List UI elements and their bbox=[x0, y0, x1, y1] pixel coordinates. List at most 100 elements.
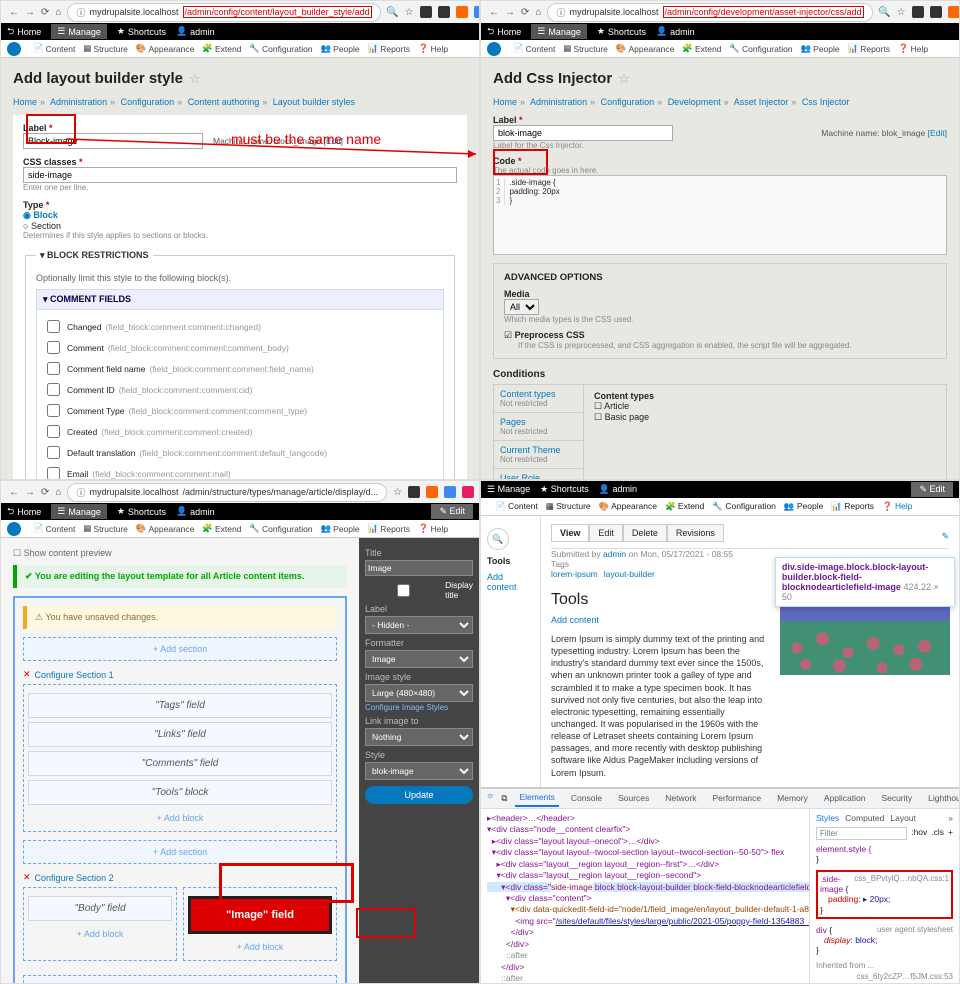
article-checkbox[interactable]: ☐ Article bbox=[594, 401, 936, 412]
media-select[interactable]: All bbox=[504, 299, 539, 315]
tab-sources[interactable]: Sources bbox=[614, 790, 653, 806]
tab-reports[interactable]: 📊 Reports bbox=[368, 523, 410, 534]
favorite-star-icon[interactable]: ☆ bbox=[618, 71, 630, 87]
css-classes-input[interactable] bbox=[23, 167, 457, 183]
shortcuts-link[interactable]: ★ Shortcuts bbox=[597, 26, 646, 37]
crumb-link[interactable]: Configuration bbox=[121, 97, 175, 107]
add-content-link[interactable]: Add content bbox=[551, 615, 599, 625]
node-content-rule[interactable]: css_6ty2cZP…f5JM.css:53 .node_conte…nt {… bbox=[816, 972, 953, 984]
tab-appearance[interactable]: 🎨 Appearance bbox=[616, 43, 674, 54]
links-field-block[interactable]: "Links" field bbox=[28, 722, 332, 747]
update-button[interactable]: Update bbox=[365, 786, 473, 804]
section-2-header[interactable]: ✕ Configure Section 2 bbox=[23, 872, 337, 883]
tab-memory[interactable]: Memory bbox=[773, 790, 812, 806]
filter-input[interactable] bbox=[816, 827, 907, 840]
comment-field-checkbox[interactable]: Email (field_block:comment:comment:mail) bbox=[43, 463, 437, 479]
tab-console[interactable]: Console bbox=[567, 790, 606, 806]
ext-icon[interactable] bbox=[456, 6, 468, 18]
tab-help[interactable]: ❓ Help bbox=[418, 523, 448, 534]
label-input[interactable] bbox=[23, 133, 203, 149]
tab-network[interactable]: Network bbox=[661, 790, 700, 806]
code-editor[interactable]: 1.side-image { 2padding: 20px 3} bbox=[493, 175, 947, 255]
edit-pencil-icon[interactable]: ✎ bbox=[941, 531, 949, 542]
type-block-radio[interactable]: ◉ Block bbox=[23, 210, 457, 221]
comment-field-checkbox[interactable]: Comment Type (field_block:comment:commen… bbox=[43, 400, 437, 421]
tag-link[interactable]: lorem-ipsum bbox=[551, 569, 598, 579]
crumb-link[interactable]: Administration bbox=[530, 97, 587, 107]
tab-people[interactable]: 👥 People bbox=[801, 43, 840, 54]
ext-icon[interactable] bbox=[912, 6, 924, 18]
tab-configuration[interactable]: 🔧 Configuration bbox=[249, 43, 312, 54]
add-block-button[interactable]: + Add block bbox=[188, 938, 332, 956]
crumb-link[interactable]: Layout builder styles bbox=[273, 97, 355, 107]
tab-revisions[interactable]: Revisions bbox=[667, 524, 724, 542]
fwd-icon[interactable]: → bbox=[505, 6, 515, 18]
shortcuts-link[interactable]: ★ Shortcuts bbox=[540, 484, 589, 495]
url-bar[interactable]: ⓘ mydrupalsite.localhost/admin/config/co… bbox=[67, 3, 380, 22]
type-section-radio[interactable]: ○ Section bbox=[23, 221, 457, 231]
tab-performance[interactable]: Performance bbox=[708, 790, 765, 806]
edit-button[interactable]: ✎ Edit bbox=[911, 482, 953, 497]
tab-reports[interactable]: 📊 Reports bbox=[831, 501, 874, 512]
tab-people[interactable]: 👥 People bbox=[321, 43, 360, 54]
crumb-link[interactable]: Home bbox=[493, 97, 517, 107]
ext-icon[interactable] bbox=[438, 6, 450, 18]
formatter-select[interactable]: Image bbox=[365, 650, 473, 668]
show-preview-checkbox[interactable]: ☐ Show content preview bbox=[13, 548, 347, 559]
shortcuts-link[interactable]: ★ Shortcuts bbox=[117, 506, 166, 517]
tab-reports[interactable]: 📊 Reports bbox=[368, 43, 410, 54]
comment-field-checkbox[interactable]: Comment field name (field_block:comment:… bbox=[43, 358, 437, 379]
inspect-icon[interactable]: ⯐ bbox=[487, 791, 493, 805]
tab-help[interactable]: ❓ Help bbox=[882, 501, 912, 512]
reload-icon[interactable]: ⟳ bbox=[41, 486, 49, 498]
drupal-logo-icon[interactable] bbox=[487, 42, 501, 56]
div-rule[interactable]: user agent stylesheet div { display: blo… bbox=[816, 925, 953, 955]
comment-field-checkbox[interactable]: Default translation (field_block:comment… bbox=[43, 442, 437, 463]
mname-edit-link[interactable]: [Edit] bbox=[928, 128, 947, 138]
ext-icon[interactable] bbox=[462, 486, 474, 498]
reload-icon[interactable]: ⟳ bbox=[41, 6, 49, 18]
image-style-select[interactable]: Large (480×480) bbox=[365, 684, 473, 702]
comment-fields-header[interactable]: ▾ COMMENT FIELDS bbox=[36, 289, 444, 310]
home-link[interactable]: ⮌ Home bbox=[7, 24, 41, 40]
condition-tab[interactable]: Current ThemeNot restricted bbox=[494, 441, 583, 469]
condition-tab[interactable]: PagesNot restricted bbox=[494, 413, 583, 441]
tab-people[interactable]: 👥 People bbox=[321, 523, 360, 534]
tag-link[interactable]: layout-builder bbox=[604, 569, 655, 579]
element-style-rule[interactable]: element.style {} bbox=[816, 844, 953, 864]
tab-configuration[interactable]: 🔧 Configuration bbox=[712, 501, 776, 512]
crumb-link[interactable]: Asset Injector bbox=[734, 97, 789, 107]
back-icon[interactable]: ← bbox=[9, 6, 19, 18]
home-link[interactable]: ⮌ Home bbox=[487, 24, 521, 40]
hov-toggle[interactable]: :hov bbox=[911, 827, 927, 844]
author-link[interactable]: admin bbox=[603, 549, 626, 559]
drupal-logo-icon[interactable] bbox=[7, 42, 21, 56]
style-select[interactable]: blok-image bbox=[365, 762, 473, 780]
comment-field-checkbox[interactable]: Comment (field_block:comment:comment:com… bbox=[43, 337, 437, 358]
comment-field-checkbox[interactable]: Comment ID (field_block:comment:comment:… bbox=[43, 379, 437, 400]
close-icon[interactable]: ✕ bbox=[23, 669, 31, 680]
shortcuts-link[interactable]: ★ Shortcuts bbox=[117, 26, 166, 37]
ext-icon[interactable] bbox=[444, 486, 456, 498]
zoom-icon[interactable]: 🔍 bbox=[387, 6, 399, 18]
favorite-star-icon[interactable]: ☆ bbox=[189, 71, 201, 87]
url-bar[interactable]: ⓘ mydrupalsite.localhost/admin/structure… bbox=[67, 483, 387, 502]
admin-user-link[interactable]: 👤 admin bbox=[176, 26, 215, 37]
ext-icon[interactable] bbox=[426, 486, 438, 498]
edit-button[interactable]: ✎ Edit bbox=[431, 504, 473, 519]
tab-structure[interactable]: ▦ Structure bbox=[546, 501, 591, 512]
tab-help[interactable]: ❓ Help bbox=[898, 43, 928, 54]
search-icon[interactable]: 🔍 bbox=[487, 528, 509, 550]
configure-image-styles-link[interactable]: Configure Image Styles bbox=[365, 703, 448, 712]
add-rule-icon[interactable]: + bbox=[948, 827, 953, 844]
close-icon[interactable]: ✕ bbox=[23, 872, 31, 883]
tab-edit[interactable]: Edit bbox=[589, 524, 623, 542]
tab-appearance[interactable]: 🎨 Appearance bbox=[136, 43, 194, 54]
ext-icon[interactable] bbox=[930, 6, 942, 18]
reload-icon[interactable]: ⟳ bbox=[521, 6, 529, 18]
tab-extend[interactable]: 🧩 Extend bbox=[202, 523, 241, 534]
manage-link[interactable]: ☰ Manage bbox=[51, 504, 107, 519]
section-1-header[interactable]: ✕ Configure Section 1 bbox=[23, 669, 337, 680]
add-section-button[interactable]: + Add section bbox=[23, 975, 337, 983]
crumb-link[interactable]: Content authoring bbox=[188, 97, 260, 107]
